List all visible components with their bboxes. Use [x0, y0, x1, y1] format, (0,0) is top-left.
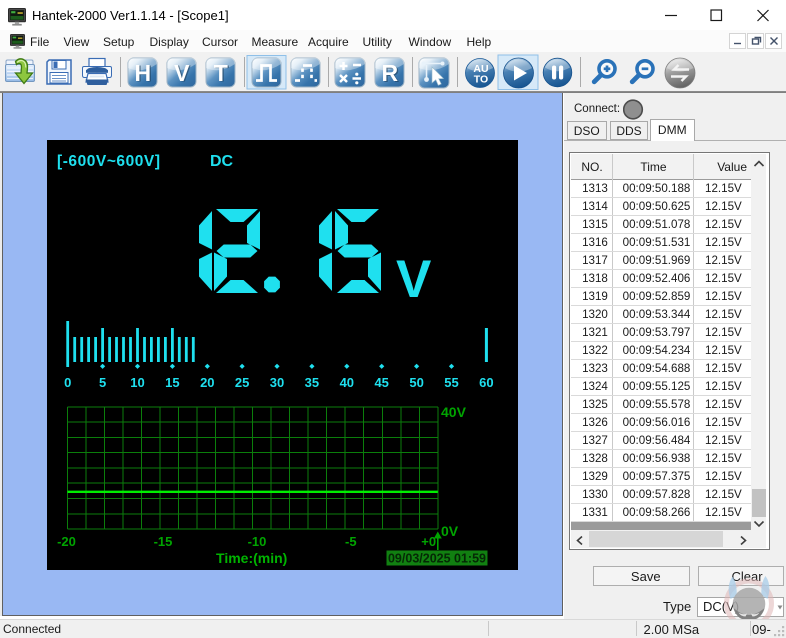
svg-text:[-600V~600V]: [-600V~600V]	[57, 153, 161, 170]
svg-text:45: 45	[374, 375, 388, 390]
svg-text:40V: 40V	[441, 404, 467, 420]
svg-text:V: V	[174, 60, 190, 86]
svg-text:Time:(min): Time:(min)	[216, 550, 287, 566]
svg-text:30: 30	[270, 375, 284, 390]
svg-text:V: V	[396, 250, 431, 309]
svg-text:0: 0	[64, 375, 71, 390]
svg-text:20: 20	[200, 375, 214, 390]
svg-text:-20: -20	[57, 534, 76, 549]
svg-text:-5: -5	[345, 534, 357, 549]
svg-text:0V: 0V	[441, 523, 459, 539]
svg-text:25: 25	[235, 375, 249, 390]
svg-text:R: R	[381, 60, 398, 86]
svg-text:DC: DC	[210, 153, 234, 170]
svg-text:H: H	[134, 60, 151, 86]
svg-text:35: 35	[305, 375, 319, 390]
svg-text:50: 50	[409, 375, 423, 390]
svg-text:5: 5	[99, 375, 106, 390]
svg-text:40: 40	[340, 375, 354, 390]
svg-text:-15: -15	[154, 534, 173, 549]
svg-text:10: 10	[130, 375, 144, 390]
svg-text:60: 60	[479, 375, 493, 390]
svg-text:09/03/2025 01:59: 09/03/2025 01:59	[388, 552, 486, 566]
svg-text:55: 55	[444, 375, 458, 390]
svg-text:15: 15	[165, 375, 179, 390]
svg-text:TO: TO	[474, 74, 488, 86]
svg-text:+0: +0	[421, 534, 436, 549]
svg-text:T: T	[214, 60, 228, 86]
svg-text:-10: -10	[248, 534, 267, 549]
